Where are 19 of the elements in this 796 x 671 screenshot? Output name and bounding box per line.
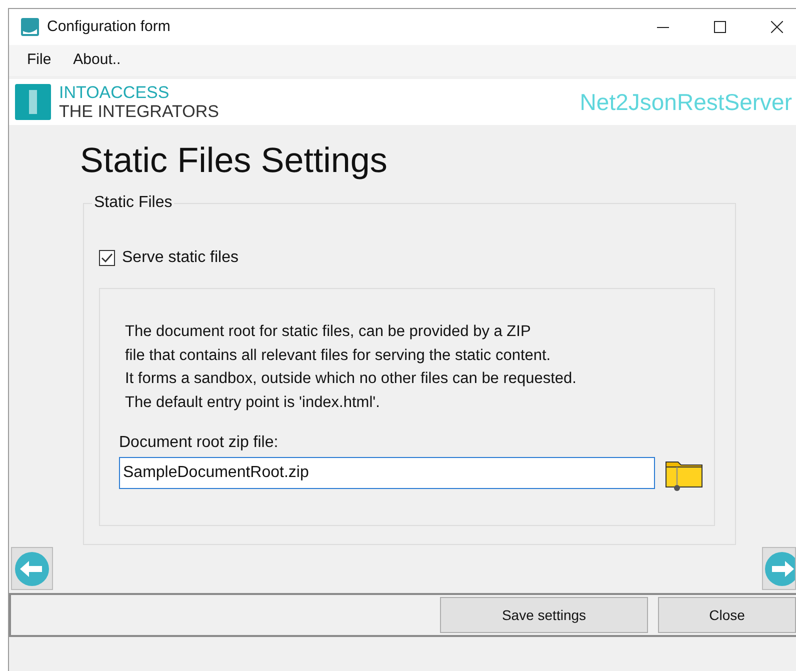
logo-icon	[15, 84, 51, 120]
menu-item[interactable]: About..	[65, 49, 129, 72]
close-button[interactable]: Close	[658, 597, 796, 633]
close-icon[interactable]	[771, 21, 783, 33]
logo-text: THE INTEGRATORS	[59, 102, 219, 121]
page-heading: Static Files Settings	[80, 140, 388, 182]
window-title: Configuration form	[47, 16, 170, 37]
menu-item[interactable]: File	[19, 49, 60, 72]
zip-input[interactable]: SampleDocumentRoot.zip	[119, 457, 655, 489]
save-button[interactable]: Save settings	[440, 597, 648, 633]
right-arrow-icon	[764, 550, 795, 586]
checkbox-label[interactable]: Serve static files	[122, 246, 238, 270]
app-icon	[20, 17, 40, 37]
maximize-icon[interactable]	[714, 21, 726, 33]
product-name: Net2JsonRestServer	[580, 88, 792, 117]
zip-label: Document root zip file:	[119, 433, 278, 453]
logo-text: INTOACCESS	[59, 83, 170, 102]
description: The document root for static files, can be provided by a ZIP file that contains all relevant files for serving the static content. It forms a sandbox, outside which no other files can be requested. The default entry point is 'index.html'.	[125, 322, 576, 412]
checkbox[interactable]	[99, 250, 115, 266]
